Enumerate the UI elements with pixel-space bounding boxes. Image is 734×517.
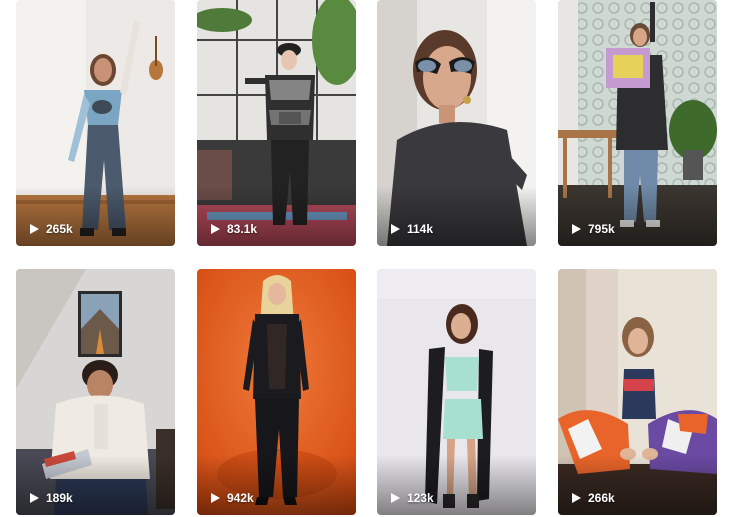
view-count-label: 266k [588,491,615,505]
view-count-label: 189k [46,491,73,505]
play-icon [30,224,39,234]
view-count: 189k [28,491,73,505]
caption-gradient [197,455,356,515]
view-count: 114k [389,222,433,236]
caption-gradient [377,455,536,515]
view-count-label: 942k [227,491,254,505]
view-count-label: 123k [407,491,434,505]
caption-gradient [558,186,717,246]
video-thumbnail[interactable]: 795k [558,0,717,246]
view-count: 123k [389,491,434,505]
caption-gradient [558,455,717,515]
play-icon [391,224,400,234]
play-icon [211,224,220,234]
play-icon [391,493,400,503]
video-thumbnail[interactable]: 114k [377,0,536,246]
caption-gradient [377,186,536,246]
video-thumbnail[interactable]: 266k [558,269,717,515]
caption-gradient [16,455,175,515]
play-icon [30,493,39,503]
view-count-label: 265k [46,222,73,236]
view-count-label: 795k [588,222,615,236]
video-grid: 265k 83.1k 114k 795k 189k 942k 123k 266k [0,0,734,517]
caption-gradient [16,186,175,246]
view-count-label: 83.1k [227,222,258,236]
view-count: 942k [209,491,254,505]
video-thumbnail[interactable]: 189k [16,269,175,515]
view-count: 265k [28,222,73,236]
video-thumbnail[interactable]: 83.1k [197,0,356,246]
play-icon [572,224,581,234]
video-thumbnail[interactable]: 942k [197,269,356,515]
video-thumbnail[interactable]: 265k [16,0,175,246]
caption-gradient [197,186,356,246]
view-count: 266k [570,491,615,505]
view-count: 795k [570,222,615,236]
view-count-label: 114k [407,222,434,236]
play-icon [572,493,581,503]
play-icon [211,493,220,503]
view-count: 83.1k [209,222,257,236]
video-thumbnail[interactable]: 123k [377,269,536,515]
